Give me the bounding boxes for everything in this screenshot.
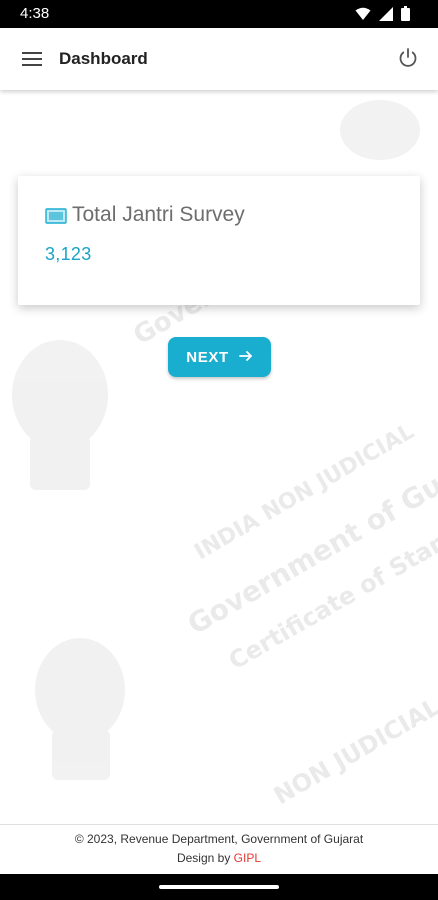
- survey-card-icon: [45, 208, 67, 229]
- wifi-icon: [355, 7, 371, 21]
- battery-icon: [401, 6, 410, 21]
- system-navigation-bar: [0, 874, 438, 900]
- app-bar: Dashboard: [0, 28, 438, 90]
- total-jantri-survey-card[interactable]: Total Jantri Survey 3,123: [18, 176, 420, 305]
- hamburger-menu-icon[interactable]: [20, 47, 44, 71]
- footer-credit: Design by GIPL: [0, 849, 438, 868]
- dashboard-content: Government of INDIA NON JUDICIAL Governm…: [0, 90, 438, 824]
- card-title: Total Jantri Survey: [72, 203, 245, 226]
- svg-text:Government of Gu: Government of Gu: [182, 468, 438, 641]
- next-button[interactable]: NEXT: [168, 337, 271, 377]
- survey-count: 3,123: [45, 244, 92, 264]
- page-title: Dashboard: [59, 49, 148, 68]
- home-gesture-handle[interactable]: [159, 885, 279, 889]
- svg-text:NON JUDICIAL: NON JUDICIAL: [269, 693, 438, 811]
- power-icon[interactable]: [396, 46, 420, 70]
- arrow-right-icon: [238, 349, 253, 366]
- footer-copyright: © 2023, Revenue Department, Government o…: [74, 832, 364, 846]
- footer: © 2023, Revenue Department, Government o…: [0, 824, 438, 875]
- footer-design-prefix: Design by: [176, 851, 234, 865]
- status-bar: 4:38: [0, 0, 438, 28]
- signal-icon: [379, 6, 393, 21]
- next-button-label: NEXT: [186, 348, 229, 366]
- status-icons: [355, 6, 410, 21]
- footer-brand-link[interactable]: GIPL: [234, 851, 261, 865]
- svg-text:Certificate of Stam: Certificate of Stam: [224, 523, 438, 675]
- status-time: 4:38: [20, 5, 50, 22]
- svg-text:INDIA NON JUDICIAL: INDIA NON JUDICIAL: [191, 419, 419, 565]
